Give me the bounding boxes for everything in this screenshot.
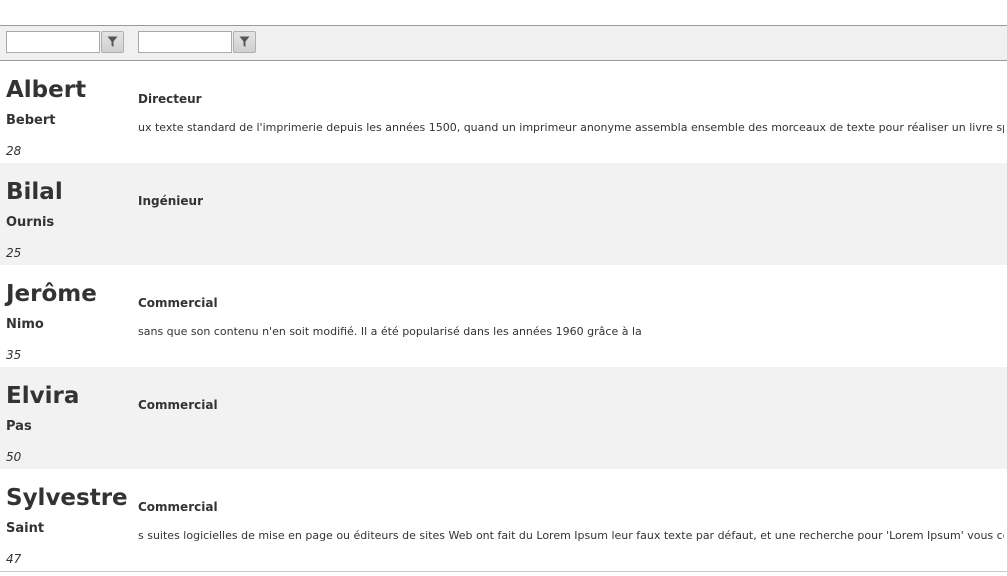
age: 47 (6, 552, 22, 566)
age: 28 (6, 144, 22, 158)
list-item[interactable]: Bilal Ournis 25 Ingénieur (0, 163, 1007, 265)
job-title: Commercial (138, 296, 218, 310)
description: s suites logicielles de mise en page ou … (138, 529, 1004, 542)
filter-name (6, 31, 124, 53)
funnel-icon (107, 36, 118, 47)
name-filter-input[interactable] (6, 31, 100, 53)
list-item[interactable]: Albert Bebert 28 Directeur ux texte stan… (0, 61, 1007, 163)
first-name: Sylvestre (6, 485, 128, 511)
first-name: Jerôme (6, 281, 97, 307)
age: 50 (6, 450, 22, 464)
list: Albert Bebert 28 Directeur ux texte stan… (0, 61, 1007, 571)
age: 35 (6, 348, 22, 362)
last-name: Bebert (6, 113, 56, 128)
job-title: Commercial (138, 398, 218, 412)
job-title: Ingénieur (138, 194, 203, 208)
description: sans que son contenu n'en soit modifié. … (138, 325, 642, 338)
last-name: Ournis (6, 215, 55, 230)
job-filter-button[interactable] (233, 31, 256, 53)
list-item[interactable]: Jerôme Nimo 35 Commercial sans que son c… (0, 265, 1007, 367)
last-name: Saint (6, 521, 45, 536)
top-bar (0, 0, 1007, 26)
list-item[interactable]: Elvira Pas 50 Commercial (0, 367, 1007, 469)
name-filter-button[interactable] (101, 31, 124, 53)
bottom-divider (0, 571, 1007, 572)
job-filter-input[interactable] (138, 31, 232, 53)
list-item[interactable]: Sylvestre Saint 47 Commercial s suites l… (0, 469, 1007, 571)
description: ux texte standard de l'imprimerie depuis… (138, 121, 1004, 134)
last-name: Pas (6, 419, 32, 434)
first-name: Bilal (6, 179, 63, 205)
first-name: Elvira (6, 383, 80, 409)
filter-job (138, 31, 256, 53)
last-name: Nimo (6, 317, 44, 332)
job-title: Directeur (138, 92, 202, 106)
first-name: Albert (6, 77, 87, 103)
age: 25 (6, 246, 22, 260)
job-title: Commercial (138, 500, 218, 514)
filter-bar (0, 26, 1007, 61)
funnel-icon (239, 36, 250, 47)
